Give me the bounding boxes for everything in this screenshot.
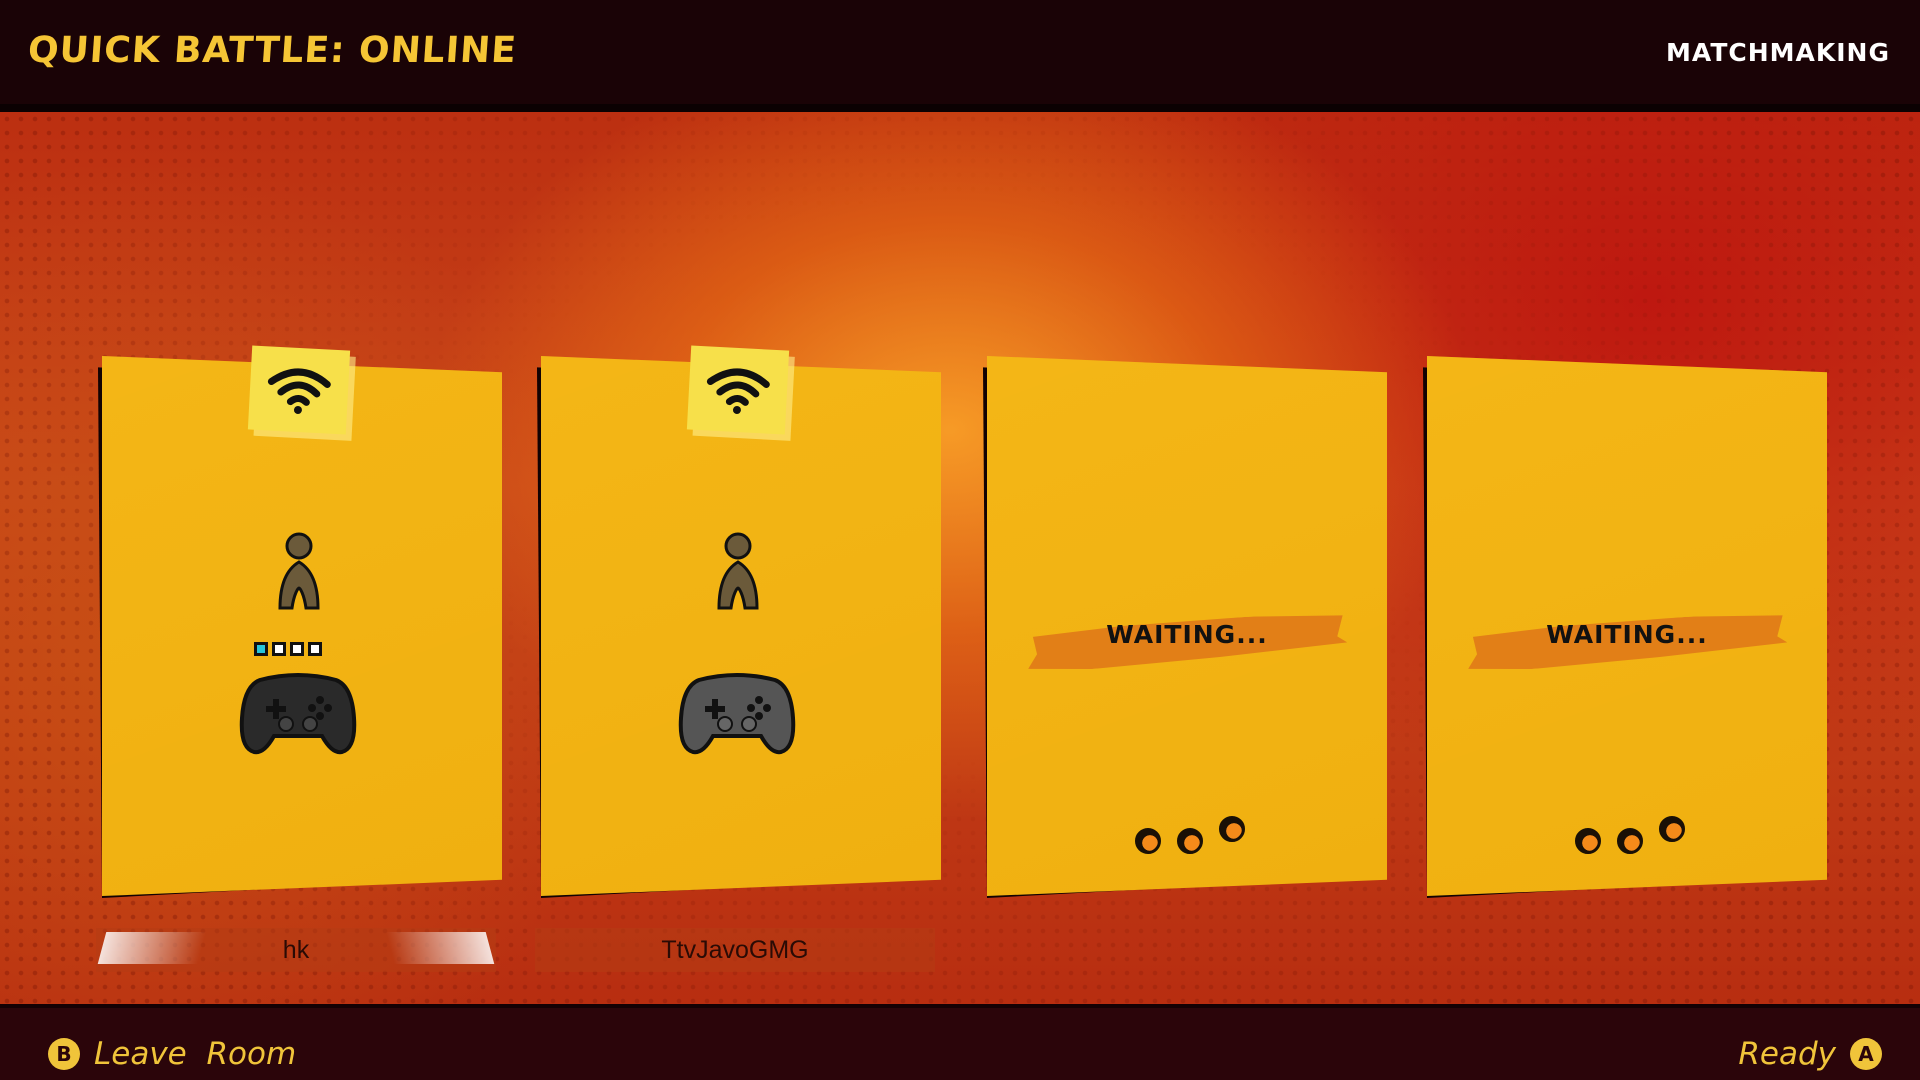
leave-room-button[interactable]: B Leave Room	[48, 1036, 296, 1072]
player-slot-4[interactable]: WAITING...	[1423, 356, 1827, 898]
waiting-banner: WAITING...	[1027, 606, 1347, 676]
name-plate-highlight	[385, 932, 495, 964]
player-name: TtvJavoGMG	[661, 935, 809, 964]
a-button-icon: A	[1850, 1038, 1882, 1070]
player-name: hk	[282, 935, 310, 964]
waiting-status: WAITING...	[1546, 620, 1708, 649]
player-name-plate: hk	[96, 928, 496, 972]
port-dot	[272, 642, 286, 656]
player-icon	[276, 532, 322, 616]
player-card	[541, 356, 941, 896]
waiting-status: WAITING...	[1106, 620, 1268, 649]
ready-button[interactable]: Ready A	[1738, 1036, 1882, 1072]
wifi-icon	[686, 345, 790, 435]
wifi-icon	[247, 345, 351, 435]
player-slot-2[interactable]: TtvJavoGMG	[535, 345, 941, 972]
controller-port-indicator	[254, 642, 322, 656]
port-dot	[290, 642, 304, 656]
player-name-plate: TtvJavoGMG	[535, 928, 935, 972]
name-plate-highlight	[97, 932, 207, 964]
player-icon	[715, 532, 761, 616]
ready-label: Ready	[1738, 1036, 1836, 1072]
gamepad-icon	[238, 668, 358, 762]
loading-dots-icon	[1575, 816, 1695, 856]
player-slot-3[interactable]: WAITING...	[983, 356, 1387, 898]
port-dot-active	[254, 642, 268, 656]
gamepad-icon	[677, 668, 797, 762]
bottom-bar: B Leave Room Ready A	[0, 1004, 1920, 1080]
leave-room-label: Leave Room	[94, 1036, 297, 1072]
screen-title: QUICK BATTLE: ONLINE	[26, 30, 519, 71]
player-card	[102, 356, 502, 896]
screen-mode-label: MATCHMAKING	[1666, 38, 1890, 67]
waiting-banner: WAITING...	[1467, 606, 1787, 676]
b-button-icon: B	[48, 1038, 80, 1070]
top-bar: QUICK BATTLE: ONLINE MATCHMAKING	[0, 0, 1920, 112]
port-dot	[308, 642, 322, 656]
player-slot-1[interactable]: hk	[96, 345, 502, 972]
loading-dots-icon	[1135, 816, 1255, 856]
matchmaking-screen: QUICK BATTLE: ONLINE MATCHMAKING hk TtvJ…	[0, 0, 1920, 1080]
